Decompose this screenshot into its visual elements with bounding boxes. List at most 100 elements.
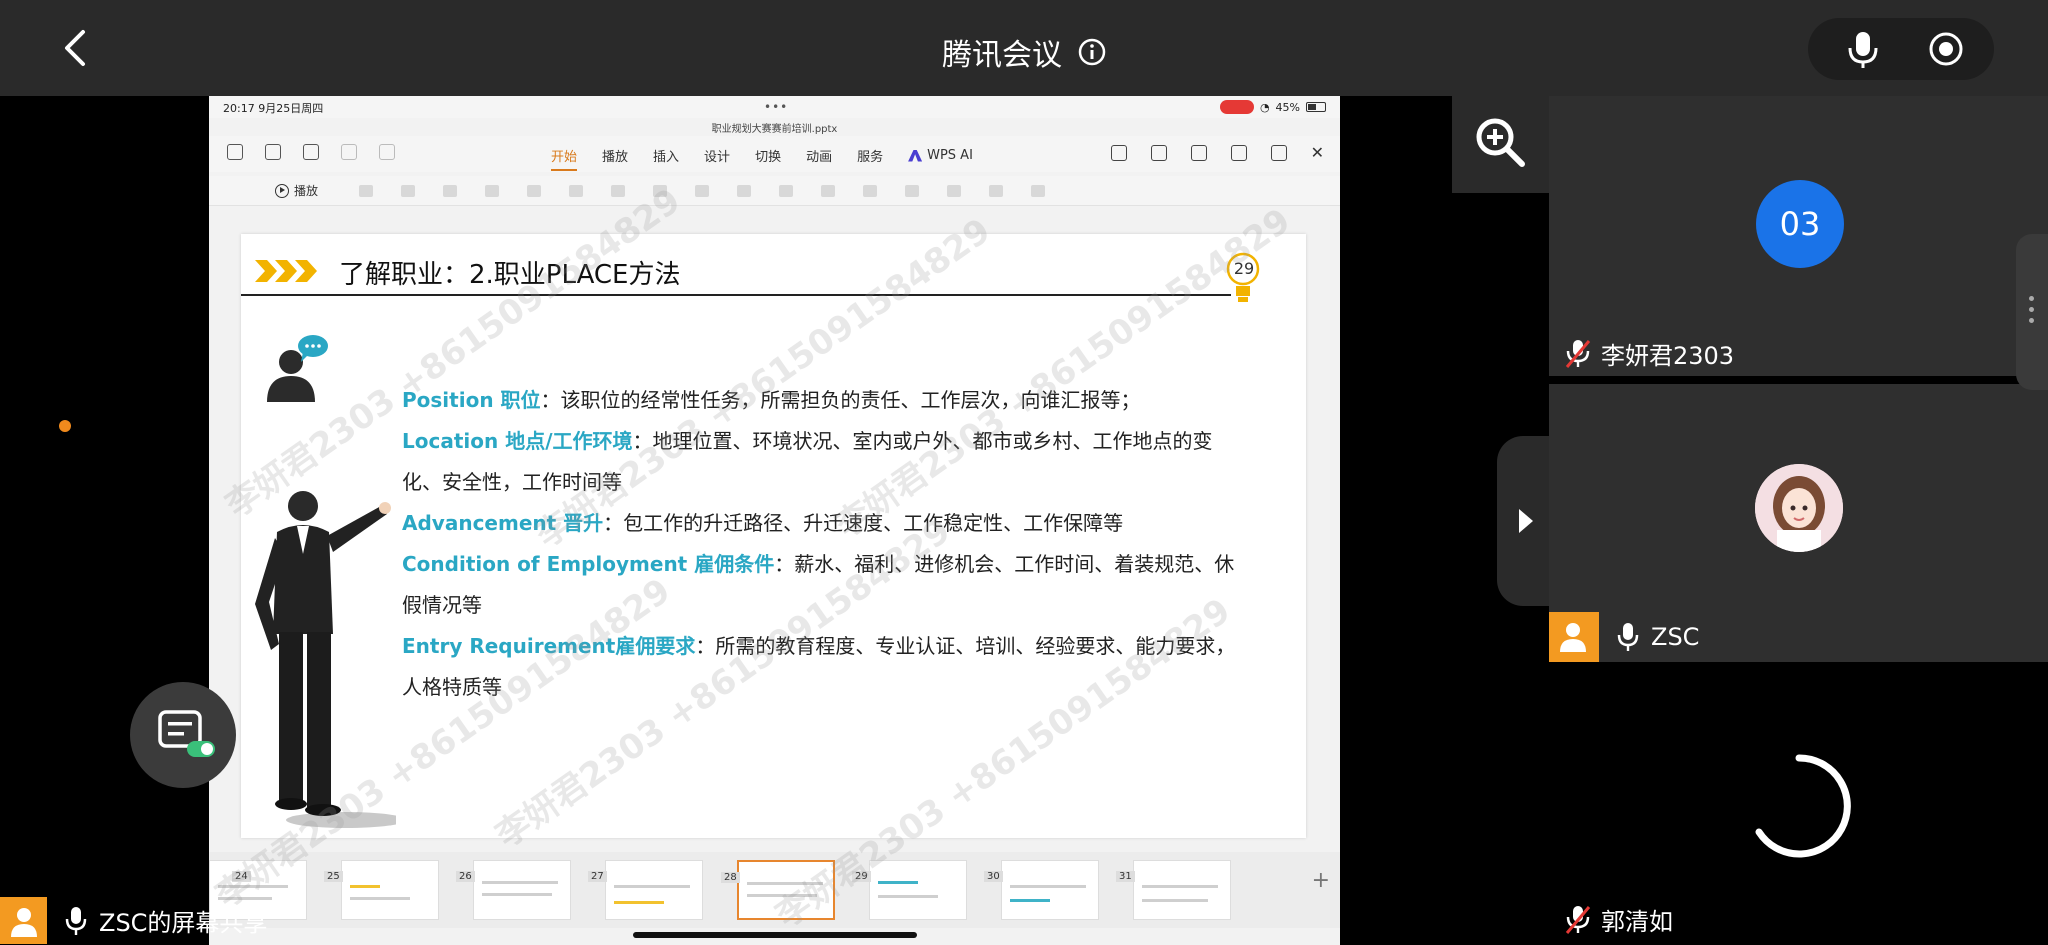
list-icon: [653, 185, 667, 197]
app-title: 腾讯会议: [942, 38, 1062, 73]
expand-panel-button[interactable]: [1497, 436, 1549, 606]
info-icon[interactable]: [1078, 38, 1106, 66]
thumbnail-26[interactable]: 26: [456, 860, 571, 920]
thumb-line: [218, 885, 288, 888]
play-label: 播放: [294, 184, 319, 198]
tab-wps-ai[interactable]: WPS AI: [908, 146, 973, 165]
tab-play[interactable]: 播放: [602, 146, 628, 165]
battery-status: ◔ 45%: [1219, 100, 1326, 114]
recording-pill-icon: [1219, 100, 1254, 114]
align-left-icon: [737, 185, 751, 197]
thumb-line: [482, 881, 558, 884]
tab-animation[interactable]: 动画: [806, 146, 832, 165]
thumbnail-29-b[interactable]: 29: [852, 860, 967, 920]
tab-service[interactable]: 服务: [857, 146, 883, 165]
slide-title: 了解职业：2.职业PLACE方法: [339, 260, 681, 290]
spacing-icon: [947, 185, 961, 197]
battery-icon: [1306, 102, 1326, 112]
microphone-icon: [65, 906, 87, 935]
slide-number-icon[interactable]: [1110, 145, 1127, 161]
notification-dot: [59, 420, 71, 432]
participant-tile[interactable]: ZSC: [1549, 384, 2048, 662]
justify-icon: [863, 185, 877, 197]
strike-icon: [569, 185, 583, 197]
participant-avatar: 03: [1756, 180, 1844, 268]
participant-avatar: [1755, 464, 1843, 552]
participant-name-row: ZSC: [1549, 612, 1699, 662]
participant-small-avatar: [1549, 612, 1599, 662]
tab-transition[interactable]: 切换: [755, 146, 781, 165]
italic-icon: [485, 185, 499, 197]
play-button[interactable]: 播放: [275, 182, 318, 199]
tab-design[interactable]: 设计: [704, 146, 730, 165]
thumb-line: [878, 895, 938, 898]
title-divider: [241, 294, 1231, 296]
loading-spinner-icon: [1755, 754, 1851, 858]
participant-name: 郭清如: [1601, 908, 1673, 936]
add-slide-button[interactable]: +: [1312, 868, 1330, 893]
undo-icon[interactable]: [341, 144, 357, 160]
participant-tile[interactable]: 郭清如: [1549, 672, 2048, 945]
tab-home[interactable]: 开始: [551, 146, 578, 171]
sidebar-toggle-icon[interactable]: [227, 144, 243, 160]
zoom-button[interactable]: [1452, 96, 1549, 193]
play-icon: [275, 183, 289, 198]
microphone-icon[interactable]: [1844, 30, 1882, 70]
close-icon[interactable]: ✕: [1311, 145, 1324, 161]
point-location: Location 地点/工作环境：地理位置、环境状况、室内或户外、都市或乡村、工…: [402, 429, 1213, 494]
ipad-status-bar: 20:17 9月25日周四 ••• ◔ 45%: [209, 96, 1340, 118]
top-bar: 腾讯会议: [0, 0, 2048, 96]
participant-tile[interactable]: 03 李妍君2303: [1549, 96, 2048, 376]
align-right-icon: [821, 185, 835, 197]
bold-icon: [443, 185, 457, 197]
format-toolbar: 播放: [209, 176, 1340, 206]
home-indicator: [633, 932, 917, 938]
person-icon: [11, 908, 37, 937]
businessman-illustration-icon: [255, 491, 396, 828]
thumb-line: [350, 897, 410, 900]
floating-caption-button[interactable]: [130, 682, 236, 788]
thumbnail-30[interactable]: 30: [984, 860, 1099, 920]
redo-icon[interactable]: [379, 144, 395, 160]
point-position: Position 职位：该职位的经常性任务，所需担负的责任、工作层次，向谁汇报等…: [402, 388, 1141, 412]
meeting-app: 腾讯会议 20:17 9月25日周四 ••• ◔ 45% 职业规划大赛赛前培训.…: [0, 0, 2048, 945]
caption-toggle[interactable]: [187, 741, 215, 757]
side-drawer-handle[interactable]: [2016, 234, 2048, 390]
participant-name-row: 李妍君2303: [1565, 336, 1734, 371]
record-icon[interactable]: [1928, 31, 1964, 67]
thumbnail-27[interactable]: 27: [588, 860, 703, 920]
menu-icon[interactable]: [265, 144, 281, 160]
ribbon-tabs: 开始 播放 插入 设计 切换 动画 服务 WPS AI: [551, 146, 973, 171]
thumbnail-25[interactable]: 25: [324, 860, 439, 920]
wifi-icon: ◔: [1259, 100, 1270, 114]
point-advancement: Advancement 晋升：包工作的升迁路径、升迁速度、工作稳定性、工作保障等: [402, 511, 1124, 535]
numbered-list-icon: [695, 185, 709, 197]
slide-number: 29: [1233, 259, 1255, 278]
chevrons-decoration-icon: [255, 260, 317, 282]
play-arrow-icon: [1519, 509, 1533, 533]
ribbon-left-tools: [227, 144, 395, 160]
thumbnail-29[interactable]: 28: [721, 860, 835, 920]
align-center-icon: [779, 185, 793, 197]
point-condition: Condition of Employment 雇佣条件：薪水、福利、进修机会、…: [402, 552, 1235, 617]
drag-handle-icon: [2029, 296, 2035, 328]
underline-icon: [527, 185, 541, 197]
thumb-line: [1142, 899, 1208, 902]
participant-name: ZSC: [1651, 623, 1700, 651]
zoom-in-icon: [1476, 118, 1525, 167]
shared-screen: 20:17 9月25日周四 ••• ◔ 45% 职业规划大赛赛前培训.pptx …: [209, 96, 1340, 945]
thumbnail-31[interactable]: 31: [1116, 860, 1231, 920]
search-icon[interactable]: [1230, 145, 1247, 161]
reading-mode-icon[interactable]: [1150, 145, 1167, 161]
share-icon[interactable]: [1270, 145, 1287, 161]
thumb-line: [482, 893, 552, 896]
multitask-dots: •••: [764, 100, 789, 114]
person-icon: [1560, 623, 1586, 652]
tab-insert[interactable]: 插入: [653, 146, 679, 165]
wps-ai-label: WPS AI: [927, 148, 973, 163]
wps-ai-logo-icon: [908, 149, 923, 162]
pen-icon[interactable]: [1190, 145, 1207, 161]
top-controls: [1808, 18, 1994, 80]
cloud-save-icon[interactable]: [303, 144, 319, 160]
font-tool-icon: [359, 185, 373, 197]
